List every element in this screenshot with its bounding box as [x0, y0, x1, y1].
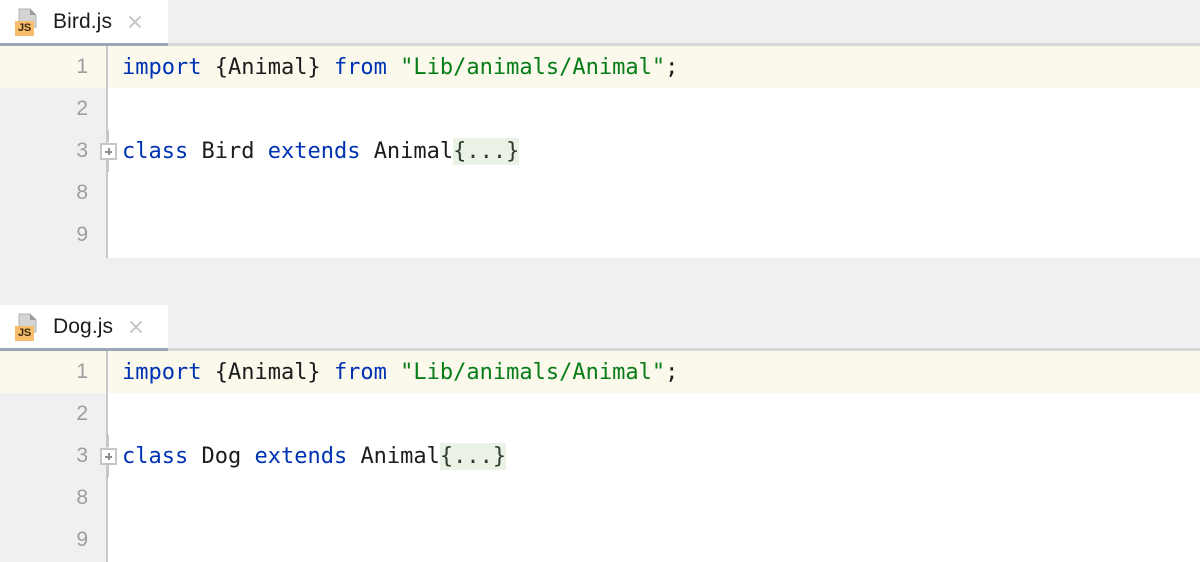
tab-bar-bird: JS Bird.js: [0, 0, 1200, 46]
code-line: import {Animal} from "Lib/animals/Animal…: [108, 351, 1200, 393]
line-number: 2: [76, 402, 88, 425]
line-number: 8: [76, 181, 88, 204]
ide-editor-area: JS Bird.js 1 2 3 8 9 import {Animal} fro…: [0, 0, 1200, 562]
token-string: "Lib/animals/Animal": [400, 359, 666, 385]
code-line: import {Animal} from "Lib/animals/Animal…: [108, 46, 1200, 88]
gutter-dog[interactable]: 1 2 3 8 9: [0, 351, 108, 562]
editor-bird[interactable]: 1 2 3 8 9 import {Animal} from "Lib/anim…: [0, 46, 1200, 258]
line-number: 9: [76, 528, 88, 551]
js-badge-label: JS: [15, 325, 34, 341]
token-keyword: class: [122, 138, 202, 164]
token-plain: Animal: [360, 443, 440, 469]
tab-dog-js[interactable]: JS Dog.js: [0, 305, 168, 351]
code-line: class Bird extends Animal {...}: [108, 130, 1200, 172]
token-keyword: extends: [254, 443, 361, 469]
token-plain: Animal: [373, 138, 454, 164]
javascript-file-icon: JS: [14, 7, 44, 37]
js-badge-label: JS: [15, 20, 34, 36]
folded-code-placeholder[interactable]: {...}: [453, 137, 520, 165]
token-plain: Dog: [201, 443, 255, 469]
line-number: 3: [76, 139, 88, 162]
fold-plus-box: [99, 142, 117, 160]
folded-code-placeholder[interactable]: {...}: [439, 442, 507, 470]
line-number: 1: [0, 46, 106, 88]
fold-expand-icon[interactable]: [94, 435, 122, 477]
code-area-bird[interactable]: import {Animal} from "Lib/animals/Animal…: [108, 46, 1200, 258]
line-number: 9: [76, 223, 88, 246]
editor-pane-dog: JS Dog.js 1 2 3 8 9 import {Animal} from…: [0, 305, 1200, 562]
line-number: 1: [0, 351, 106, 393]
javascript-file-icon: JS: [14, 312, 44, 342]
token-plain: {Animal}: [214, 54, 334, 80]
token-keyword: from: [333, 359, 401, 385]
line-number: 3: [76, 444, 88, 467]
token-keyword: extends: [267, 138, 374, 164]
fold-expand-icon[interactable]: [94, 130, 122, 172]
token-keyword: from: [333, 54, 401, 80]
editor-dog[interactable]: 1 2 3 8 9 import {Animal} from "Lib/anim…: [0, 351, 1200, 562]
close-icon[interactable]: [125, 12, 145, 32]
code-area-dog[interactable]: import {Animal} from "Lib/animals/Animal…: [108, 351, 1200, 562]
close-icon[interactable]: [126, 317, 146, 337]
line-number: 2: [76, 97, 88, 120]
editor-pane-bird: JS Bird.js 1 2 3 8 9 import {Animal} fro…: [0, 0, 1200, 258]
gutter-bird[interactable]: 1 2 3 8 9: [0, 46, 108, 258]
fold-plus-box: [99, 447, 117, 465]
line-number: 8: [76, 486, 88, 509]
token-keyword: import: [122, 54, 215, 80]
token-plain: {Animal}: [214, 359, 334, 385]
token-plain: ;: [665, 359, 679, 385]
token-keyword: class: [122, 443, 202, 469]
code-line: class Dog extends Animal {...}: [108, 435, 1200, 477]
tab-label: Dog.js: [53, 315, 114, 338]
token-plain: Bird: [201, 138, 268, 164]
tab-label: Bird.js: [53, 10, 113, 33]
token-string: "Lib/animals/Animal": [400, 54, 666, 80]
token-keyword: import: [122, 359, 215, 385]
token-plain: ;: [665, 54, 679, 80]
tab-bar-dog: JS Dog.js: [0, 305, 1200, 351]
tab-bird-js[interactable]: JS Bird.js: [0, 0, 168, 46]
editor-splitter[interactable]: [0, 258, 1200, 305]
